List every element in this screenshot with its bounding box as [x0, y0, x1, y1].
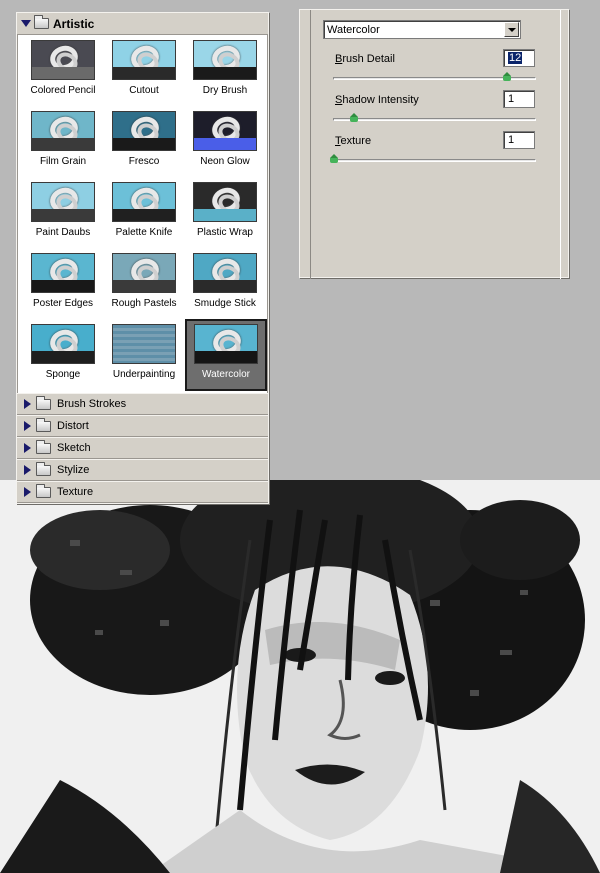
param-brush-detail: Brush Detail 12 — [333, 49, 538, 84]
category-texture[interactable]: Texture — [17, 481, 268, 503]
expand-arrow-icon[interactable] — [24, 443, 31, 453]
folder-icon — [36, 461, 51, 476]
filter-gallery-panel: Artistic Colored Pencil Cutout Dry Brush… — [16, 12, 269, 504]
filter-thumb-poster-edges[interactable]: Poster Edges — [23, 250, 103, 320]
category-stylize[interactable]: Stylize — [17, 459, 268, 481]
filtered-portrait — [0, 480, 600, 873]
param-label: Shadow Intensity — [335, 94, 419, 106]
expand-arrow-icon[interactable] — [24, 421, 31, 431]
folder-icon — [36, 439, 51, 454]
filter-thumb-colored-pencil[interactable]: Colored Pencil — [23, 37, 103, 107]
param-shadow-intensity: Shadow Intensity 1 — [333, 90, 538, 125]
thumbnail-image — [31, 40, 95, 80]
param-texture: Texture 1 — [330, 131, 538, 166]
thumbnail-image — [31, 111, 95, 151]
thumbnail-image — [31, 253, 95, 293]
thumbnail-image — [112, 324, 176, 364]
filter-settings-panel: Watercolor Brush Detail 12 Shadow Intens… — [299, 9, 569, 279]
filter-thumb-rough-pastels[interactable]: Rough Pastels — [104, 250, 184, 320]
texture-input[interactable]: 1 — [503, 131, 535, 149]
thumbnail-image — [112, 40, 176, 80]
thumbnail-label: Watercolor — [202, 369, 250, 380]
thumbnail-image — [31, 182, 95, 222]
image-canvas — [0, 480, 600, 873]
thumbnail-label: Paint Daubs — [35, 227, 91, 238]
expand-arrow-icon[interactable] — [21, 20, 31, 27]
thumbnail-image — [112, 111, 176, 151]
texture-slider-track[interactable] — [333, 159, 536, 162]
thumbnail-grid: Colored Pencil Cutout Dry Brush Film Gra… — [17, 35, 268, 393]
texture-slider-handle[interactable] — [330, 154, 338, 163]
category-label: Stylize — [57, 464, 90, 476]
param-label: Brush Detail — [335, 53, 395, 65]
filter-select-value: Watercolor — [327, 23, 380, 36]
thumbnail-label: Neon Glow — [200, 156, 250, 167]
filter-thumb-film-grain[interactable]: Film Grain — [23, 108, 103, 178]
filter-thumb-smudge-stick[interactable]: Smudge Stick — [185, 250, 265, 320]
thumbnail-image — [112, 253, 176, 293]
param-label: Texture — [335, 135, 372, 147]
thumbnail-label: Dry Brush — [202, 85, 248, 96]
shadow-intensity-input[interactable]: 1 — [503, 90, 535, 108]
thumbnail-image — [193, 111, 257, 151]
category-label: Artistic — [53, 16, 95, 31]
thumbnail-image — [193, 182, 257, 222]
thumbnail-label: Poster Edges — [32, 298, 94, 309]
shadow-intensity-slider-track[interactable] — [333, 118, 536, 121]
expand-arrow-icon[interactable] — [24, 399, 31, 409]
thumbnail-label: Plastic Wrap — [197, 227, 253, 238]
thumbnail-image — [193, 40, 257, 80]
folder-icon — [36, 483, 51, 498]
filter-thumb-palette-knife[interactable]: Palette Knife — [104, 179, 184, 249]
category-distort[interactable]: Distort — [17, 415, 268, 437]
filter-thumb-paint-daubs[interactable]: Paint Daubs — [23, 179, 103, 249]
filter-select[interactable]: Watercolor — [323, 20, 521, 39]
thumbnail-label: Film Grain — [39, 156, 87, 167]
thumbnail-image — [193, 253, 257, 293]
folder-icon — [36, 417, 51, 432]
category-sketch[interactable]: Sketch — [17, 437, 268, 459]
filter-thumb-neon-glow[interactable]: Neon Glow — [185, 108, 265, 178]
filter-thumb-underpainting[interactable]: Underpainting — [104, 321, 184, 391]
thumbnail-label: Sponge — [45, 369, 81, 380]
thumbnail-label: Fresco — [128, 156, 160, 167]
filter-thumb-cutout[interactable]: Cutout — [104, 37, 184, 107]
expand-arrow-icon[interactable] — [24, 487, 31, 497]
shadow-intensity-slider-handle[interactable] — [350, 113, 358, 122]
folder-icon — [34, 15, 49, 29]
chevron-down-icon[interactable] — [504, 22, 519, 37]
category-brush-strokes[interactable]: Brush Strokes — [17, 393, 268, 415]
thumbnail-label: Rough Pastels — [111, 298, 177, 309]
thumbnail-label: Smudge Stick — [194, 298, 256, 309]
thumbnail-image — [112, 182, 176, 222]
filter-thumb-plastic-wrap[interactable]: Plastic Wrap — [185, 179, 265, 249]
thumbnail-label: Cutout — [129, 85, 159, 96]
folder-icon — [36, 395, 51, 410]
thumbnail-label: Palette Knife — [115, 227, 173, 238]
thumbnail-image — [31, 324, 95, 364]
thumbnail-image — [194, 324, 258, 364]
thumbnail-label: Underpainting — [112, 369, 176, 380]
category-label: Sketch — [57, 442, 91, 454]
filter-thumb-sponge[interactable]: Sponge — [23, 321, 103, 391]
category-artistic-header[interactable]: Artistic — [17, 13, 268, 35]
brush-detail-slider-handle[interactable] — [503, 72, 511, 81]
category-label: Brush Strokes — [57, 398, 127, 410]
category-label: Texture — [57, 486, 94, 498]
filter-thumb-watercolor[interactable]: Watercolor — [185, 319, 267, 391]
filter-thumb-fresco[interactable]: Fresco — [104, 108, 184, 178]
category-label: Distort — [57, 420, 89, 432]
brush-detail-input[interactable]: 12 — [503, 49, 535, 67]
expand-arrow-icon[interactable] — [24, 465, 31, 475]
filter-thumb-dry-brush[interactable]: Dry Brush — [185, 37, 265, 107]
thumbnail-label: Colored Pencil — [30, 85, 96, 96]
